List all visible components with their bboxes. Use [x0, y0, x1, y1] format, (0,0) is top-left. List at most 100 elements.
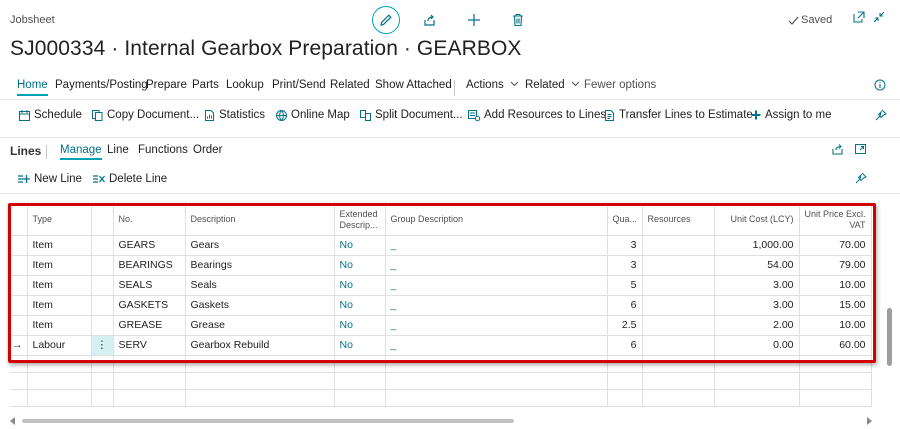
empty-cell[interactable] — [607, 389, 643, 407]
empty-cell[interactable] — [607, 372, 643, 390]
cell-quantity[interactable]: 3 — [607, 255, 643, 276]
header-extended-description[interactable]: Extended Descrip... — [334, 205, 386, 236]
cell-extended-description[interactable]: No — [334, 275, 386, 296]
share-button[interactable] — [416, 6, 444, 34]
cell-unit-cost[interactable]: 3.00 — [714, 275, 800, 296]
cell-extended-description[interactable]: No — [334, 315, 386, 336]
cell-type[interactable]: Item — [27, 255, 92, 276]
empty-cell[interactable] — [113, 355, 186, 373]
empty-cell[interactable] — [642, 355, 715, 373]
cell-resources[interactable] — [642, 255, 715, 276]
cell-type[interactable]: Item — [27, 295, 92, 316]
cell-group-description[interactable]: _ — [385, 235, 608, 256]
statistics-action[interactable]: Statistics — [204, 109, 265, 121]
empty-cell[interactable] — [799, 355, 872, 373]
pin-actions-button[interactable] — [875, 109, 887, 124]
row-actions-menu-button[interactable]: ⋮ — [91, 335, 114, 356]
empty-cell[interactable] — [27, 389, 92, 407]
cell-unit-price[interactable]: 10.00 — [799, 315, 872, 336]
empty-cell[interactable] — [27, 372, 92, 390]
menu-related[interactable]: Related — [330, 79, 370, 91]
table-row[interactable]: Item BEARINGS Bearings No _ 3 54.00 79.0… — [10, 255, 872, 276]
cell-group-description[interactable]: _ — [385, 315, 608, 336]
empty-cell[interactable] — [385, 372, 608, 390]
cell-unit-price[interactable]: 70.00 — [799, 235, 872, 256]
vertical-scroll-thumb[interactable] — [887, 308, 892, 366]
table-row[interactable]: Item GREASE Grease No _ 2.5 2.00 10.00 — [10, 315, 872, 336]
header-unit-cost[interactable]: Unit Cost (LCY) — [714, 205, 800, 236]
cell-type[interactable]: Item — [27, 235, 92, 256]
menu-actions[interactable]: Actions — [466, 79, 519, 91]
split-document-action[interactable]: Split Document... — [360, 109, 463, 121]
tab-order[interactable]: Order — [193, 144, 222, 156]
cell-type[interactable]: Item — [27, 275, 92, 296]
cell-resources[interactable] — [642, 275, 715, 296]
cell-no[interactable]: SERV — [113, 335, 186, 356]
menu-parts[interactable]: Parts — [192, 79, 219, 91]
table-row[interactable]: Item SEALS Seals No _ 5 3.00 10.00 — [10, 275, 872, 296]
menu-related-dropdown[interactable]: Related — [525, 79, 580, 91]
cell-quantity[interactable]: 6 — [607, 335, 643, 356]
menu-home[interactable]: Home — [17, 79, 48, 96]
empty-cell[interactable] — [607, 355, 643, 373]
cell-unit-cost[interactable]: 1,000.00 — [714, 235, 800, 256]
cell-unit-cost[interactable]: 54.00 — [714, 255, 800, 276]
menu-prepare[interactable]: Prepare — [146, 79, 187, 91]
menu-print-send[interactable]: Print/Send — [272, 79, 326, 91]
empty-cell[interactable] — [642, 389, 715, 407]
assign-to-me-action[interactable]: Assign to me — [751, 109, 831, 121]
cell-extended-description[interactable]: No — [334, 295, 386, 316]
empty-cell[interactable] — [113, 389, 186, 407]
header-no[interactable]: No. — [113, 205, 186, 236]
scroll-right-arrow-icon[interactable] — [867, 417, 872, 425]
cell-unit-price[interactable]: 79.00 — [799, 255, 872, 276]
header-resources[interactable]: Resources — [642, 205, 715, 236]
menu-fewer-options[interactable]: Fewer options — [584, 79, 656, 91]
empty-cell[interactable] — [714, 389, 800, 407]
new-button[interactable] — [460, 6, 488, 34]
cell-group-description[interactable]: _ — [385, 295, 608, 316]
add-resources-action[interactable]: Add Resources to Lines — [468, 109, 606, 121]
empty-row[interactable] — [10, 355, 872, 373]
cell-description[interactable]: Gearbox Rebuild — [185, 335, 335, 356]
table-row[interactable]: Item GASKETS Gaskets No _ 6 3.00 15.00 — [10, 295, 872, 316]
empty-cell[interactable] — [113, 372, 186, 390]
cell-unit-price[interactable]: 15.00 — [799, 295, 872, 316]
cell-type[interactable]: Labour — [27, 335, 92, 356]
cell-unit-price[interactable]: 10.00 — [799, 275, 872, 296]
lines-share-button[interactable] — [832, 143, 844, 158]
schedule-action[interactable]: Schedule — [19, 109, 82, 121]
cell-description[interactable]: Grease — [185, 315, 335, 336]
cell-description[interactable]: Seals — [185, 275, 335, 296]
empty-cell[interactable] — [385, 355, 608, 373]
open-new-window-button[interactable] — [853, 11, 865, 23]
empty-cell[interactable] — [334, 389, 386, 407]
cell-resources[interactable] — [642, 295, 715, 316]
online-map-action[interactable]: Online Map — [276, 109, 350, 121]
horizontal-scrollbar[interactable] — [10, 417, 872, 425]
empty-row[interactable] — [10, 372, 872, 390]
collapse-button[interactable] — [873, 11, 885, 23]
header-description[interactable]: Description — [185, 205, 335, 236]
cell-quantity[interactable]: 6 — [607, 295, 643, 316]
cell-group-description[interactable]: _ — [385, 335, 608, 356]
header-group-description[interactable]: Group Description — [385, 205, 608, 236]
cell-no[interactable]: GASKETS — [113, 295, 186, 316]
menu-payments-posting[interactable]: Payments/Posting — [55, 79, 148, 91]
empty-cell[interactable] — [27, 355, 92, 373]
empty-cell[interactable] — [185, 372, 335, 390]
lines-pin-button[interactable] — [855, 172, 867, 187]
cell-unit-price[interactable]: 60.00 — [799, 335, 872, 356]
cell-unit-cost[interactable]: 3.00 — [714, 295, 800, 316]
cell-type[interactable]: Item — [27, 315, 92, 336]
empty-cell[interactable] — [185, 389, 335, 407]
cell-description[interactable]: Gears — [185, 235, 335, 256]
cell-quantity[interactable]: 3 — [607, 235, 643, 256]
cell-no[interactable]: GREASE — [113, 315, 186, 336]
lines-expand-button[interactable] — [855, 143, 867, 158]
empty-cell[interactable] — [642, 372, 715, 390]
delete-line-action[interactable]: Delete Line — [93, 173, 167, 185]
delete-button[interactable] — [504, 6, 532, 34]
cell-unit-cost[interactable]: 0.00 — [714, 335, 800, 356]
info-button[interactable] — [874, 79, 886, 94]
